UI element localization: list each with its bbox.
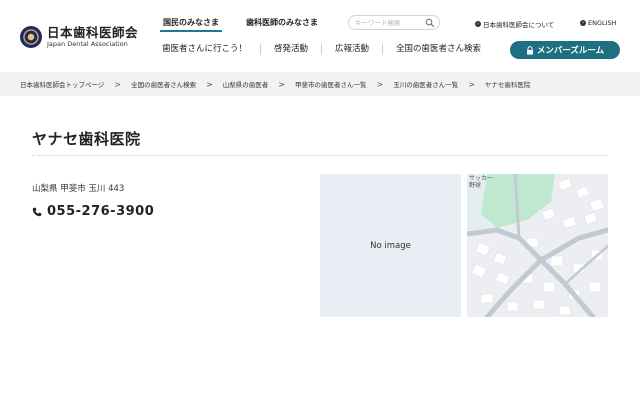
search-input[interactable] — [355, 17, 421, 28]
breadcrumb-item-prefecture[interactable]: 山梨県の歯医者 — [223, 79, 269, 89]
breadcrumb-chevron-icon: > — [278, 79, 285, 89]
active-tab-indicator — [160, 30, 222, 32]
map-place-label: サッカー 野球 — [469, 175, 494, 189]
breadcrumb-chevron-icon: > — [376, 79, 384, 89]
logo-english: Japan Dental Association — [47, 40, 128, 48]
clinic-address: 山梨県 甲斐市 玉川 443 — [32, 184, 125, 194]
location-map[interactable]: サッカー 野球 — [467, 174, 608, 317]
arrow-circle-icon: › — [475, 21, 481, 27]
site-header: 日本歯科医師会 Japan Dental Association 国民のみなさま… — [0, 0, 640, 72]
breadcrumb: 日本歯科医師会トップページ > 全国の歯医者さん検索 > 山梨県の歯医者 > 甲… — [0, 72, 640, 96]
phone-icon — [32, 207, 42, 216]
about-link-label: 日本歯科医師会について — [483, 21, 555, 29]
about-link[interactable]: › 日本歯科医師会について — [475, 19, 554, 29]
breadcrumb-chevron-icon: > — [468, 79, 475, 89]
nav-item-pr[interactable]: 広報活動 — [321, 44, 382, 55]
members-room-button[interactable]: メンバーズルーム — [510, 41, 620, 59]
breadcrumb-chevron-icon: > — [206, 79, 213, 89]
nav-item-visit-dentist[interactable]: 歯医者さんに行こう！ — [160, 44, 260, 55]
search-box — [348, 15, 440, 30]
english-link[interactable]: › ENGLISH — [580, 19, 617, 27]
nav-item-awareness[interactable]: 啓発活動 — [260, 44, 321, 55]
clinic-phone[interactable]: 055-276-3900 — [32, 204, 154, 219]
site-logo[interactable]: 日本歯科医師会 Japan Dental Association — [20, 26, 138, 48]
global-nav: 歯医者さんに行こう！ 啓発活動 広報活動 全国の歯医者さん検索 — [160, 44, 494, 55]
clinic-phone-number: 055-276-3900 — [47, 204, 155, 219]
breadcrumb-item-city[interactable]: 甲斐市の歯医者さん一覧 — [295, 79, 367, 89]
breadcrumb-item-current: ヤナセ歯科医院 — [484, 81, 531, 89]
breadcrumb-item-search[interactable]: 全国の歯医者さん検索 — [131, 79, 196, 89]
english-link-label: ENGLISH — [588, 19, 617, 27]
logo-text: 日本歯科医師会 Japan Dental Association — [47, 24, 139, 48]
clinic-photo-placeholder: No image — [320, 174, 461, 317]
members-room-label: メンバーズルーム — [536, 46, 605, 56]
no-image-label: No image — [370, 240, 411, 251]
title-divider — [32, 155, 608, 156]
lock-icon — [526, 45, 533, 55]
logo-emblem-icon — [20, 26, 42, 48]
breadcrumb-item-area[interactable]: 玉川の歯医者さん一覧 — [393, 79, 458, 89]
nav-item-dentist-search[interactable]: 全国の歯医者さん検索 — [382, 44, 494, 55]
logo-japanese: 日本歯科医師会 — [47, 24, 139, 40]
page-title: ヤナセ歯科医院 — [32, 130, 141, 148]
breadcrumb-item-top[interactable]: 日本歯科医師会トップページ — [20, 79, 104, 89]
tab-citizens[interactable]: 国民のみなさま — [163, 17, 219, 28]
tab-dentists[interactable]: 歯科医師のみなさま — [246, 17, 318, 28]
breadcrumb-chevron-icon: > — [114, 79, 122, 89]
map-image — [467, 174, 608, 317]
arrow-circle-icon: › — [580, 20, 586, 26]
search-icon[interactable] — [425, 18, 435, 28]
